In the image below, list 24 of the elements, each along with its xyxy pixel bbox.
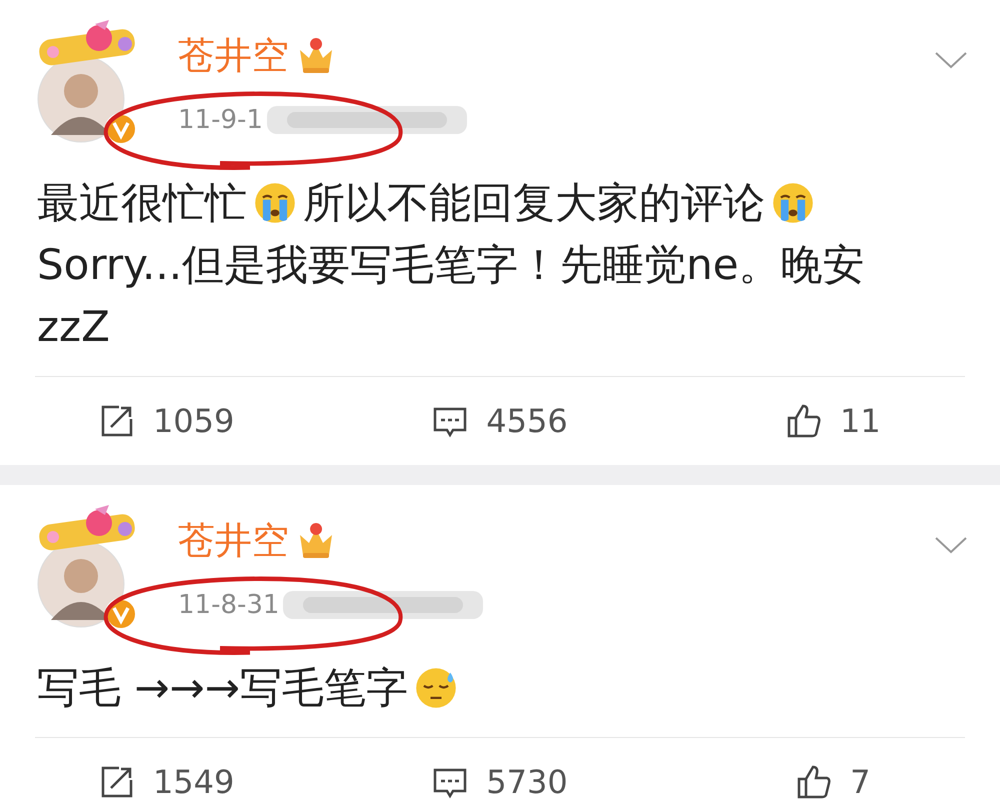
post-text: Sorry...但是我要写毛笔字！先睡觉ne。晚安	[37, 239, 865, 291]
repost-button[interactable]: 1549	[98, 763, 234, 801]
repost-button[interactable]: 1059	[98, 402, 234, 440]
like-button[interactable]: 7	[796, 763, 870, 801]
post-date: 11-9-1	[178, 104, 263, 136]
post-text: zzZ	[37, 301, 110, 353]
verified-badge-icon	[105, 598, 137, 630]
like-button[interactable]: 11	[786, 402, 881, 440]
chevron-down-icon[interactable]	[934, 50, 968, 70]
thumbs-up-icon	[796, 764, 832, 800]
post-text: 最近很忙忙	[37, 177, 247, 229]
post-text: 所以不能回复大家的评论	[303, 177, 765, 229]
crying-face-icon	[771, 181, 815, 225]
chevron-down-icon[interactable]	[934, 535, 968, 555]
comment-button[interactable]: 4556	[432, 402, 568, 440]
sweat-face-icon	[414, 666, 458, 710]
comment-button[interactable]: 5730	[432, 763, 568, 801]
crown-icon	[297, 38, 335, 74]
thumbs-up-icon	[786, 403, 822, 439]
crying-face-icon	[253, 181, 297, 225]
post-date: 11-8-31	[178, 589, 280, 621]
crown-icon	[297, 523, 335, 559]
verified-badge-icon	[105, 113, 137, 145]
post-text: 写毛 →→→写毛笔字	[37, 662, 408, 714]
